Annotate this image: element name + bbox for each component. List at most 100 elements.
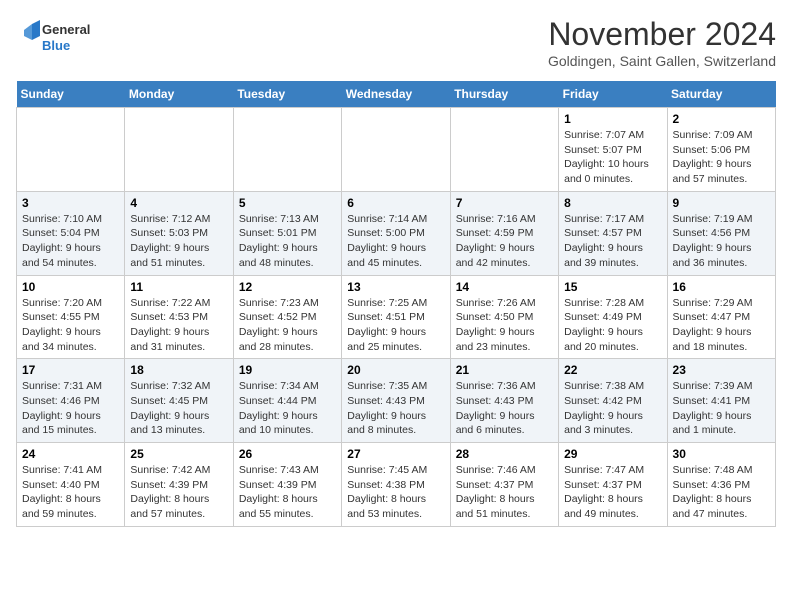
day-info: Sunrise: 7:09 AMSunset: 5:06 PMDaylight:… [673, 128, 770, 187]
day-cell [342, 108, 450, 192]
logo-svg: General Blue [16, 16, 96, 58]
day-info: Sunrise: 7:20 AMSunset: 4:55 PMDaylight:… [22, 296, 119, 355]
page-title: November 2024 [548, 16, 776, 53]
week-row-2: 3 Sunrise: 7:10 AMSunset: 5:04 PMDaylight… [17, 191, 776, 275]
day-number: 12 [239, 280, 336, 294]
day-cell: 10 Sunrise: 7:20 AMSunset: 4:55 PMDayligh… [17, 275, 125, 359]
day-number: 7 [456, 196, 553, 210]
day-info: Sunrise: 7:28 AMSunset: 4:49 PMDaylight:… [564, 296, 661, 355]
day-cell: 16 Sunrise: 7:29 AMSunset: 4:47 PMDayligh… [667, 275, 775, 359]
day-info: Sunrise: 7:12 AMSunset: 5:03 PMDaylight:… [130, 212, 227, 271]
day-number: 18 [130, 363, 227, 377]
header-sunday: Sunday [17, 81, 125, 108]
day-info: Sunrise: 7:17 AMSunset: 4:57 PMDaylight:… [564, 212, 661, 271]
day-cell: 24 Sunrise: 7:41 AMSunset: 4:40 PMDayligh… [17, 443, 125, 527]
day-cell: 3 Sunrise: 7:10 AMSunset: 5:04 PMDaylight… [17, 191, 125, 275]
day-info: Sunrise: 7:34 AMSunset: 4:44 PMDaylight:… [239, 379, 336, 438]
day-number: 23 [673, 363, 770, 377]
svg-text:Blue: Blue [42, 38, 70, 53]
day-info: Sunrise: 7:14 AMSunset: 5:00 PMDaylight:… [347, 212, 444, 271]
day-info: Sunrise: 7:26 AMSunset: 4:50 PMDaylight:… [456, 296, 553, 355]
calendar-header-row: SundayMondayTuesdayWednesdayThursdayFrid… [17, 81, 776, 108]
day-cell: 21 Sunrise: 7:36 AMSunset: 4:43 PMDayligh… [450, 359, 558, 443]
title-area: November 2024 Goldingen, Saint Gallen, S… [548, 16, 776, 69]
day-info: Sunrise: 7:41 AMSunset: 4:40 PMDaylight:… [22, 463, 119, 522]
day-cell: 12 Sunrise: 7:23 AMSunset: 4:52 PMDayligh… [233, 275, 341, 359]
day-cell: 22 Sunrise: 7:38 AMSunset: 4:42 PMDayligh… [559, 359, 667, 443]
day-cell [125, 108, 233, 192]
logo: General Blue [16, 16, 96, 58]
day-number: 27 [347, 447, 444, 461]
header-tuesday: Tuesday [233, 81, 341, 108]
day-number: 24 [22, 447, 119, 461]
day-info: Sunrise: 7:25 AMSunset: 4:51 PMDaylight:… [347, 296, 444, 355]
day-cell: 9 Sunrise: 7:19 AMSunset: 4:56 PMDaylight… [667, 191, 775, 275]
day-cell: 15 Sunrise: 7:28 AMSunset: 4:49 PMDayligh… [559, 275, 667, 359]
day-info: Sunrise: 7:46 AMSunset: 4:37 PMDaylight:… [456, 463, 553, 522]
day-info: Sunrise: 7:47 AMSunset: 4:37 PMDaylight:… [564, 463, 661, 522]
header-monday: Monday [125, 81, 233, 108]
day-cell: 13 Sunrise: 7:25 AMSunset: 4:51 PMDayligh… [342, 275, 450, 359]
header-thursday: Thursday [450, 81, 558, 108]
week-row-1: 1Sunrise: 7:07 AMSunset: 5:07 PMDaylight… [17, 108, 776, 192]
day-info: Sunrise: 7:36 AMSunset: 4:43 PMDaylight:… [456, 379, 553, 438]
day-info: Sunrise: 7:29 AMSunset: 4:47 PMDaylight:… [673, 296, 770, 355]
day-number: 22 [564, 363, 661, 377]
day-cell: 27 Sunrise: 7:45 AMSunset: 4:38 PMDayligh… [342, 443, 450, 527]
day-info: Sunrise: 7:23 AMSunset: 4:52 PMDaylight:… [239, 296, 336, 355]
day-number: 5 [239, 196, 336, 210]
day-cell: 19 Sunrise: 7:34 AMSunset: 4:44 PMDayligh… [233, 359, 341, 443]
day-number: 1 [564, 112, 661, 126]
header: General Blue November 2024 Goldingen, Sa… [16, 16, 776, 69]
day-cell: 8 Sunrise: 7:17 AMSunset: 4:57 PMDaylight… [559, 191, 667, 275]
day-cell: 18 Sunrise: 7:32 AMSunset: 4:45 PMDayligh… [125, 359, 233, 443]
day-cell: 25Sunrise: 7:42 AMSunset: 4:39 PMDayligh… [125, 443, 233, 527]
day-number: 3 [22, 196, 119, 210]
week-row-4: 17 Sunrise: 7:31 AMSunset: 4:46 PMDayligh… [17, 359, 776, 443]
day-number: 8 [564, 196, 661, 210]
calendar-table: SundayMondayTuesdayWednesdayThursdayFrid… [16, 81, 776, 527]
day-info: Sunrise: 7:48 AMSunset: 4:36 PMDaylight:… [673, 463, 770, 522]
day-number: 21 [456, 363, 553, 377]
day-info: Sunrise: 7:45 AMSunset: 4:38 PMDaylight:… [347, 463, 444, 522]
week-row-3: 10 Sunrise: 7:20 AMSunset: 4:55 PMDayligh… [17, 275, 776, 359]
day-info: Sunrise: 7:16 AMSunset: 4:59 PMDaylight:… [456, 212, 553, 271]
day-info: Sunrise: 7:32 AMSunset: 4:45 PMDaylight:… [130, 379, 227, 438]
day-cell: 1Sunrise: 7:07 AMSunset: 5:07 PMDaylight… [559, 108, 667, 192]
day-number: 6 [347, 196, 444, 210]
day-number: 19 [239, 363, 336, 377]
day-cell: 4Sunrise: 7:12 AMSunset: 5:03 PMDaylight… [125, 191, 233, 275]
day-cell: 23 Sunrise: 7:39 AMSunset: 4:41 PMDayligh… [667, 359, 775, 443]
day-number: 25 [130, 447, 227, 461]
day-number: 28 [456, 447, 553, 461]
week-row-5: 24 Sunrise: 7:41 AMSunset: 4:40 PMDayligh… [17, 443, 776, 527]
day-info: Sunrise: 7:31 AMSunset: 4:46 PMDaylight:… [22, 379, 119, 438]
day-number: 14 [456, 280, 553, 294]
day-info: Sunrise: 7:38 AMSunset: 4:42 PMDaylight:… [564, 379, 661, 438]
day-cell [450, 108, 558, 192]
day-number: 10 [22, 280, 119, 294]
day-info: Sunrise: 7:39 AMSunset: 4:41 PMDaylight:… [673, 379, 770, 438]
day-number: 15 [564, 280, 661, 294]
day-number: 20 [347, 363, 444, 377]
day-info: Sunrise: 7:19 AMSunset: 4:56 PMDaylight:… [673, 212, 770, 271]
day-number: 16 [673, 280, 770, 294]
header-saturday: Saturday [667, 81, 775, 108]
header-friday: Friday [559, 81, 667, 108]
day-cell: 26 Sunrise: 7:43 AMSunset: 4:39 PMDayligh… [233, 443, 341, 527]
day-cell: 5Sunrise: 7:13 AMSunset: 5:01 PMDaylight… [233, 191, 341, 275]
day-cell: 17 Sunrise: 7:31 AMSunset: 4:46 PMDayligh… [17, 359, 125, 443]
day-number: 13 [347, 280, 444, 294]
day-cell: 20Sunrise: 7:35 AMSunset: 4:43 PMDayligh… [342, 359, 450, 443]
day-number: 17 [22, 363, 119, 377]
day-number: 9 [673, 196, 770, 210]
day-cell: 7 Sunrise: 7:16 AMSunset: 4:59 PMDaylight… [450, 191, 558, 275]
day-cell [17, 108, 125, 192]
page-subtitle: Goldingen, Saint Gallen, Switzerland [548, 53, 776, 69]
day-info: Sunrise: 7:43 AMSunset: 4:39 PMDaylight:… [239, 463, 336, 522]
day-cell: 28 Sunrise: 7:46 AMSunset: 4:37 PMDayligh… [450, 443, 558, 527]
day-number: 26 [239, 447, 336, 461]
day-cell: 2Sunrise: 7:09 AMSunset: 5:06 PMDaylight… [667, 108, 775, 192]
day-cell: 30Sunrise: 7:48 AMSunset: 4:36 PMDayligh… [667, 443, 775, 527]
day-info: Sunrise: 7:10 AMSunset: 5:04 PMDaylight:… [22, 212, 119, 271]
